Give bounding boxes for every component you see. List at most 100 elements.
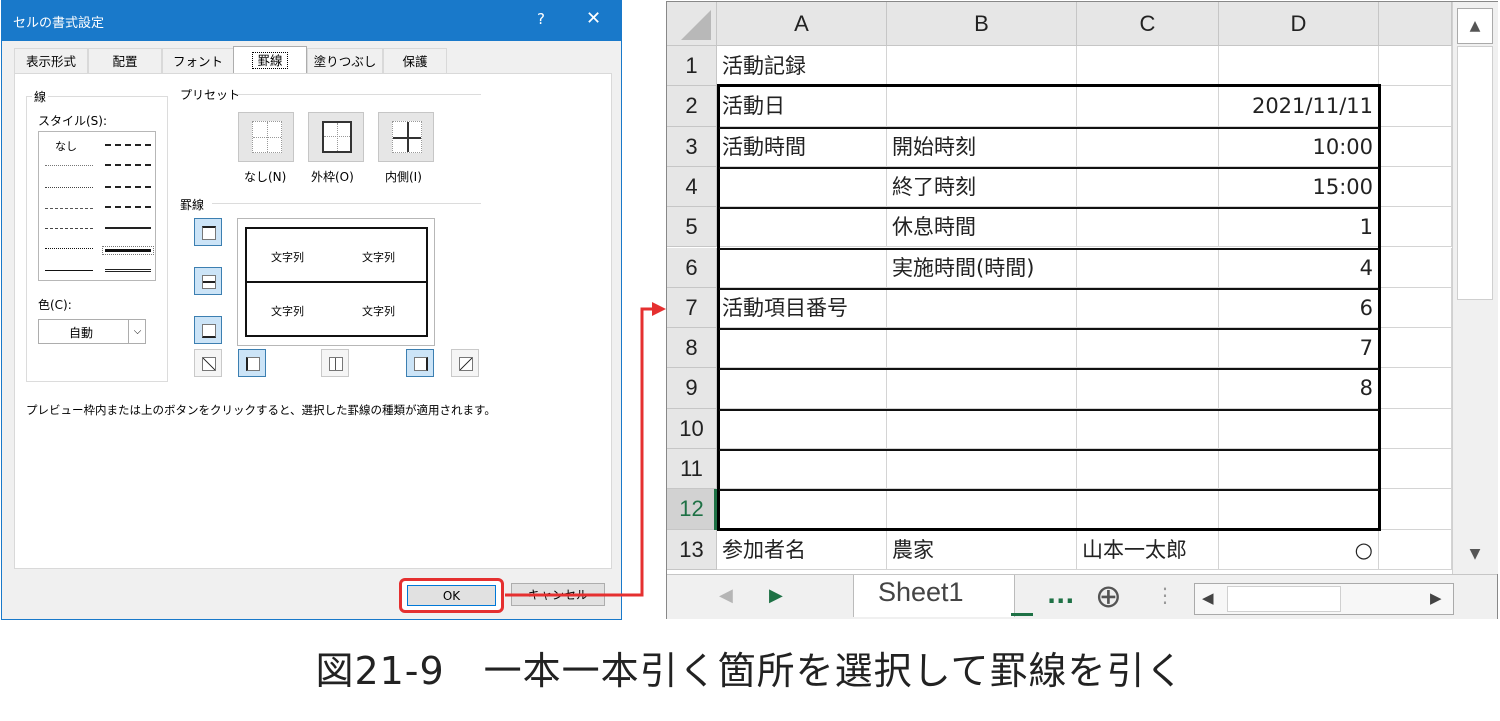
cell-b1[interactable] (887, 46, 1077, 87)
row-header[interactable]: 8 (667, 328, 717, 369)
row-header[interactable]: 10 (667, 408, 717, 449)
sheet-tab-sheet1[interactable]: Sheet1 (853, 575, 1015, 617)
column-header-e[interactable] (1379, 2, 1452, 46)
tab-border[interactable]: 罫線 (233, 46, 307, 73)
preset-none-label: なし(N) (244, 170, 287, 184)
color-combobox[interactable]: 自動 ⌵ (38, 319, 146, 344)
column-header-c[interactable]: C (1077, 2, 1219, 46)
inner-horizontal-border (719, 449, 1379, 451)
preset-outline-button[interactable] (308, 112, 364, 162)
row-header[interactable]: 6 (667, 247, 717, 288)
row-header[interactable]: 3 (667, 126, 717, 167)
row-header[interactable]: 13 (667, 529, 717, 570)
cell-e8[interactable] (1379, 328, 1452, 369)
row-header[interactable]: 4 (667, 166, 717, 208)
inner-horizontal-border (719, 408, 1379, 411)
row-header[interactable]: 2 (667, 86, 717, 127)
ok-button[interactable]: OK (407, 585, 496, 606)
dialog-title: セルの書式設定 (13, 16, 105, 31)
cell-e12[interactable] (1379, 489, 1452, 530)
inner-horizontal-border (719, 328, 1379, 331)
scroll-left-icon[interactable]: ◀ (1202, 589, 1214, 607)
outline-border-a2-d12 (717, 84, 1381, 531)
style-none-label: なし (55, 140, 77, 153)
border-left-button[interactable] (238, 349, 266, 377)
cell-d1[interactable] (1219, 46, 1379, 87)
dialog-titlebar: セルの書式設定 ? ✕ (2, 1, 621, 41)
color-value: 自動 (69, 326, 94, 340)
scroll-up-icon[interactable]: ▲ (1457, 8, 1493, 44)
cell-e4[interactable] (1379, 166, 1452, 208)
cell-e13[interactable] (1379, 529, 1452, 570)
cell-e2[interactable] (1379, 86, 1452, 127)
column-header-d[interactable]: D (1219, 2, 1379, 46)
scroll-right-icon[interactable]: ▶ (1430, 589, 1442, 607)
border-diagonal-down-button[interactable] (451, 349, 479, 377)
inner-horizontal-border (719, 126, 1379, 129)
row-header[interactable]: 9 (667, 368, 717, 409)
border-right-button[interactable] (406, 349, 434, 377)
row-header[interactable]: 5 (667, 207, 717, 248)
cell-e6[interactable] (1379, 247, 1452, 288)
cell-e3[interactable] (1379, 126, 1452, 167)
cell-c13[interactable]: 山本一太郎 (1077, 529, 1219, 570)
cell-e7[interactable] (1379, 287, 1452, 329)
border-diagonal-up-button[interactable] (194, 349, 222, 377)
chevron-down-icon[interactable]: ⌵ (128, 320, 146, 343)
more-sheets[interactable]: ... (1047, 581, 1074, 609)
preset-inside-button[interactable] (378, 112, 434, 162)
horizontal-scrollbar[interactable]: ◀ ▶ (1194, 583, 1454, 615)
preset-label: プリセット (180, 88, 241, 102)
cell-e9[interactable] (1379, 368, 1452, 409)
next-sheet-icon[interactable]: ▶ (769, 585, 783, 606)
preset-none-button[interactable] (238, 112, 294, 162)
preview-text: 文字列 (362, 251, 395, 264)
column-header-a[interactable]: A (717, 2, 887, 46)
help-icon[interactable]: ? (537, 10, 545, 28)
hint-text: プレビュー枠内または上のボタンをクリックすると、選択した罫線の種類が適用されます… (26, 403, 496, 417)
preview-text: 文字列 (271, 251, 304, 264)
cell-a1[interactable]: 活動記録 (717, 46, 887, 87)
prev-sheet-icon[interactable]: ◀ (719, 585, 733, 606)
horizontal-scroll-thumb[interactable] (1227, 586, 1341, 612)
border-middle-horizontal-button[interactable] (194, 267, 222, 295)
style-label: スタイル(S): (38, 114, 108, 128)
border-bottom-button[interactable] (194, 316, 222, 344)
scroll-down-icon[interactable]: ▼ (1457, 538, 1493, 570)
color-label: 色(C): (38, 298, 72, 312)
tab-number-format[interactable]: 表示形式 (14, 48, 88, 73)
column-header-b[interactable]: B (887, 2, 1077, 46)
cell-e11[interactable] (1379, 449, 1452, 490)
row-header[interactable]: 7 (667, 287, 717, 329)
cell-e10[interactable] (1379, 408, 1452, 449)
splitter-icon[interactable]: ⋮ (1155, 583, 1175, 607)
border-preview[interactable]: 文字列 文字列 文字列 文字列 (237, 218, 435, 346)
line-style-list[interactable]: なし (38, 131, 156, 281)
preview-text: 文字列 (362, 305, 395, 318)
tab-alignment[interactable]: 配置 (88, 48, 162, 73)
row-header[interactable]: 1 (667, 46, 717, 87)
vertical-scrollbar[interactable]: ▲ ▼ (1452, 2, 1498, 574)
cell-a13[interactable]: 参加者名 (717, 529, 887, 570)
border-middle-vertical-button[interactable] (321, 349, 349, 377)
cell-b13[interactable]: 農家 (887, 529, 1077, 570)
tab-fill[interactable]: 塗りつぶし (307, 48, 383, 73)
cell-c1[interactable] (1077, 46, 1219, 87)
tab-protection[interactable]: 保護 (383, 48, 447, 73)
ok-highlight: OK (399, 578, 504, 613)
cell-e1[interactable] (1379, 46, 1452, 87)
row-header[interactable]: 11 (667, 449, 717, 490)
cell-e5[interactable] (1379, 207, 1452, 248)
preview-horizontal-line (245, 281, 428, 283)
select-all-corner[interactable] (667, 2, 717, 46)
row-header[interactable]: 12 (667, 489, 717, 530)
tab-font[interactable]: フォント (162, 48, 234, 73)
close-icon[interactable]: ✕ (586, 8, 601, 29)
add-sheet-icon[interactable]: ⊕ (1095, 577, 1122, 615)
border-top-button[interactable] (194, 218, 222, 246)
cell-d13[interactable]: ○ (1219, 529, 1379, 570)
inner-horizontal-border (719, 207, 1379, 210)
active-row-indicator (714, 489, 717, 530)
scroll-thumb[interactable] (1457, 46, 1493, 300)
preset-outline-label: 外枠(O) (311, 170, 354, 184)
